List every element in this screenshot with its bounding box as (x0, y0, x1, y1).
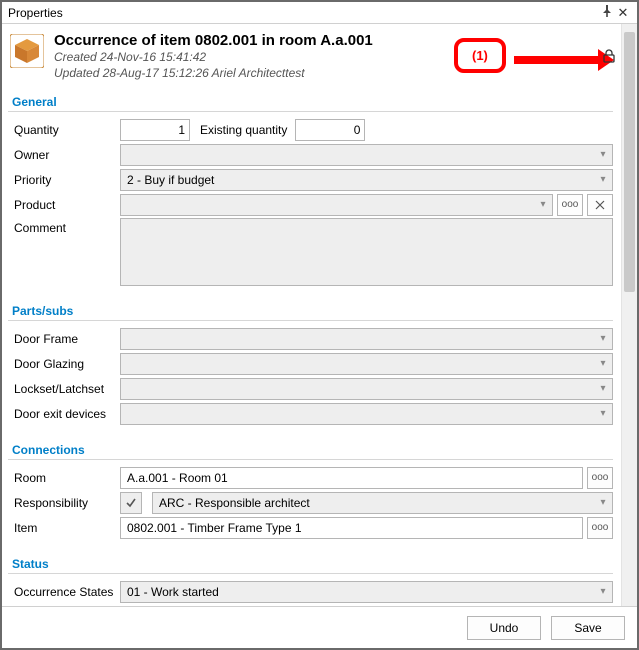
chevron-down-icon: ▾ (598, 408, 608, 419)
chevron-down-icon: ▾ (598, 333, 608, 344)
door-glazing-label: Door Glazing (8, 354, 120, 374)
owner-label: Owner (8, 145, 120, 165)
section-connections: Connections (8, 441, 613, 460)
chevron-down-icon: ▾ (598, 174, 608, 185)
existing-quantity-label: Existing quantity (190, 123, 295, 137)
room-label: Room (8, 468, 120, 488)
lockset-label: Lockset/Latchset (8, 379, 120, 399)
priority-combo[interactable]: 2 - Buy if budget ▾ (120, 169, 613, 191)
responsibility-label: Responsibility (8, 493, 120, 513)
footer: Undo Save (2, 606, 637, 648)
chevron-down-icon: ▾ (598, 497, 608, 508)
quantity-input[interactable] (120, 119, 190, 141)
comment-input[interactable] (120, 218, 613, 286)
created-meta: Created 24-Nov-16 15:41:42 (54, 49, 373, 65)
item-combo[interactable]: 0802.001 - Timber Frame Type 1 (120, 517, 583, 539)
pin-icon[interactable] (599, 5, 615, 20)
quantity-label: Quantity (8, 120, 120, 140)
callout-arrow (514, 53, 614, 65)
room-browse-button[interactable]: ooo (587, 467, 613, 489)
callout-badge: (1) (454, 38, 506, 73)
chevron-down-icon: ▾ (538, 199, 548, 210)
product-clear-button[interactable] (587, 194, 613, 216)
lock-icon[interactable] (601, 48, 617, 64)
window-title: Properties (8, 6, 599, 20)
close-icon[interactable]: ✕ (615, 5, 631, 21)
comment-label: Comment (8, 218, 120, 238)
product-label: Product (8, 195, 120, 215)
save-button[interactable]: Save (551, 616, 625, 640)
product-browse-button[interactable]: ooo (557, 194, 583, 216)
priority-label: Priority (8, 170, 120, 190)
responsibility-combo[interactable]: ARC - Responsible architect▾ (152, 492, 613, 514)
updated-meta: Updated 28-Aug-17 15:12:26 Ariel Archite… (54, 65, 373, 81)
section-status: Status (8, 555, 613, 574)
undo-button[interactable]: Undo (467, 616, 541, 640)
item-label: Item (8, 518, 120, 538)
page-title: Occurrence of item 0802.001 in room A.a.… (54, 32, 373, 49)
chevron-down-icon: ▾ (598, 149, 608, 160)
section-general: General (8, 93, 613, 112)
chevron-down-icon: ▾ (598, 358, 608, 369)
scrollbar[interactable] (621, 24, 637, 606)
product-combo[interactable]: ▾ (120, 194, 553, 216)
door-frame-combo[interactable]: ▾ (120, 328, 613, 350)
lockset-combo[interactable]: ▾ (120, 378, 613, 400)
room-combo[interactable]: A.a.001 - Room 01 (120, 467, 583, 489)
chevron-down-icon: ▾ (598, 586, 608, 597)
titlebar: Properties ✕ (2, 2, 637, 24)
door-frame-label: Door Frame (8, 329, 120, 349)
properties-window: Properties ✕ Occurrence of item 0802.001… (0, 0, 639, 650)
owner-combo[interactable]: ▾ (120, 144, 613, 166)
header: Occurrence of item 0802.001 in room A.a.… (8, 30, 613, 89)
occurrence-states-label: Occurrence States (8, 582, 120, 602)
chevron-down-icon: ▾ (598, 383, 608, 394)
occurrence-states-combo[interactable]: 01 - Work started▾ (120, 581, 613, 603)
item-browse-button[interactable]: ooo (587, 517, 613, 539)
existing-quantity-input[interactable] (295, 119, 365, 141)
door-exit-label: Door exit devices (8, 404, 120, 424)
scrollbar-thumb[interactable] (624, 32, 635, 292)
door-glazing-combo[interactable]: ▾ (120, 353, 613, 375)
section-parts: Parts/subs (8, 302, 613, 321)
door-exit-combo[interactable]: ▾ (120, 403, 613, 425)
responsibility-checkbox[interactable] (120, 492, 142, 514)
item-icon (10, 34, 44, 68)
